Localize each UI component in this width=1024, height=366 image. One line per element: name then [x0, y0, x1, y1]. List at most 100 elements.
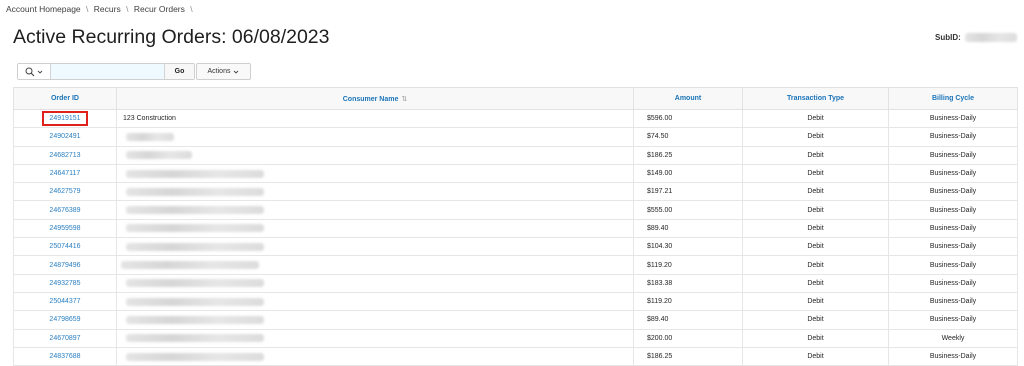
transaction-type-cell: Debit [742, 182, 889, 202]
column-header-amount[interactable]: Amount [633, 87, 743, 110]
consumer-name-redacted [126, 132, 174, 141]
order-id-link[interactable]: 24627579 [49, 188, 80, 195]
consumer-name-cell [116, 218, 634, 239]
consumer-name-redacted [126, 315, 264, 324]
table-row: 25074416 $104.30 Debit Business-Daily [13, 237, 1018, 257]
transaction-type-cell: Debit [742, 346, 889, 366]
order-id-link[interactable]: 25044377 [49, 298, 80, 305]
order-id-link[interactable]: 24682713 [49, 152, 80, 159]
search-column-selector-button[interactable] [18, 64, 51, 79]
transaction-type-cell: Debit [742, 237, 889, 257]
table-body: 24919151 123 Construction $596.00 Debit Busi… [13, 108, 1018, 366]
transaction-type-cell: Debit [742, 255, 889, 275]
column-header-transaction-type[interactable]: Transaction Type [742, 87, 889, 110]
breadcrumb-recurs[interactable]: Recurs [94, 4, 121, 14]
order-id-cell: 24837688 [13, 346, 117, 366]
consumer-name-cell [116, 145, 634, 165]
orders-table: Order ID Consumer Name ⇅ Amount Transacti… [13, 87, 1018, 366]
transaction-type-cell: Debit [742, 328, 889, 348]
consumer-name-redacted [126, 169, 264, 178]
order-id-link[interactable]: 24676389 [49, 207, 80, 214]
amount-cell: $119.20 [633, 255, 743, 275]
billing-cycle-cell: Business-Daily [888, 200, 1018, 220]
consumer-name-cell: 123 Construction [116, 108, 634, 129]
sort-ascending-icon: ⇅ [401, 95, 408, 103]
billing-cycle-cell: Business-Daily [888, 218, 1018, 239]
order-id-link[interactable]: 24798659 [49, 316, 80, 323]
billing-cycle-cell: Business-Daily [888, 255, 1018, 275]
order-id-link[interactable]: 24647117 [50, 170, 81, 177]
table-row: 24837688 $186.25 Debit Business-Daily [13, 346, 1018, 366]
order-id-cell: 24798659 [13, 310, 117, 330]
order-id-cell: 24932785 [13, 273, 117, 293]
order-id-link[interactable]: 25074416 [49, 243, 80, 250]
order-id-link[interactable]: 24902491 [49, 133, 80, 140]
chevron-down-icon [37, 70, 43, 74]
billing-cycle-cell: Business-Daily [888, 145, 1018, 165]
billing-cycle-cell: Business-Daily [888, 182, 1018, 202]
breadcrumb-account-homepage[interactable]: Account Homepage [6, 4, 81, 14]
consumer-name-cell [116, 291, 634, 312]
amount-cell: $89.40 [633, 310, 743, 330]
billing-cycle-cell: Business-Daily [888, 127, 1018, 147]
consumer-name-text: 123 Construction [123, 115, 176, 123]
amount-cell: $149.00 [633, 163, 743, 184]
table-row: 24670897 $200.00 Debit Weekly [13, 328, 1018, 348]
amount-cell: $104.30 [633, 237, 743, 257]
consumer-name-redacted [121, 261, 259, 270]
table-row: 24798659 $89.40 Debit Business-Daily [13, 310, 1018, 330]
column-header-order-id[interactable]: Order ID [13, 87, 117, 110]
table-row: 25044377 $119.20 Debit Business-Daily [13, 291, 1018, 312]
table-row: 24932785 $183.38 Debit Business-Daily [13, 273, 1018, 293]
order-id-cell: 25044377 [13, 291, 117, 312]
subid-value-redacted [964, 33, 1017, 43]
order-id-link[interactable]: 24670897 [49, 335, 80, 342]
subid-display: SubID: [935, 33, 1017, 43]
column-header-consumer-name[interactable]: Consumer Name ⇅ [116, 87, 634, 110]
column-header-label: Consumer Name [342, 95, 399, 103]
transaction-type-cell: Debit [742, 127, 889, 147]
consumer-name-cell [116, 237, 634, 257]
orders-report: Order ID Consumer Name ⇅ Amount Transacti… [13, 87, 1018, 366]
order-id-link[interactable]: 24837688 [49, 353, 80, 360]
consumer-name-redacted [126, 206, 264, 215]
search-bar: Go [17, 63, 195, 80]
table-row: 24682713 $186.25 Debit Business-Daily [13, 145, 1018, 165]
order-id-cell: 24682713 [13, 145, 117, 165]
order-id-cell: 24902491 [13, 127, 117, 147]
chevron-down-icon [234, 70, 239, 74]
amount-cell: $89.40 [633, 218, 743, 239]
actions-menu-button[interactable]: Actions [196, 63, 251, 80]
consumer-name-cell [116, 346, 634, 366]
go-button[interactable]: Go [164, 64, 194, 79]
column-header-billing-cycle[interactable]: Billing Cycle [888, 87, 1018, 110]
breadcrumb: Account Homepage \ Recurs \ Recur Orders… [6, 4, 196, 14]
consumer-name-redacted [126, 334, 264, 343]
table-row: 24902491 $74.50 Debit Business-Daily [13, 127, 1018, 147]
amount-cell: $186.25 [633, 145, 743, 165]
amount-cell: $596.00 [633, 108, 743, 129]
breadcrumb-recur-orders: Recur Orders [133, 4, 185, 14]
breadcrumb-separator: \ [126, 4, 129, 14]
consumer-name-cell [116, 200, 634, 220]
transaction-type-cell: Debit [742, 273, 889, 293]
order-id-cell: 25074416 [13, 237, 117, 257]
order-id-link[interactable]: 24879496 [49, 262, 80, 269]
amount-cell: $197.21 [633, 182, 743, 202]
transaction-type-cell: Debit [742, 145, 889, 165]
order-id-cell: 24676389 [13, 200, 117, 220]
transaction-type-cell: Debit [742, 200, 889, 220]
order-id-link[interactable]: 24959598 [49, 225, 80, 232]
consumer-name-redacted [126, 279, 264, 288]
transaction-type-cell: Debit [742, 163, 889, 184]
consumer-name-cell [116, 310, 634, 330]
order-id-cell: 24670897 [13, 328, 117, 348]
order-id-link[interactable]: 24932785 [49, 280, 80, 287]
billing-cycle-cell: Business-Daily [888, 310, 1018, 330]
page-title: Active Recurring Orders: 06/08/2023 [13, 26, 330, 48]
table-row: 24919151 123 Construction $596.00 Debit Busi… [13, 108, 1018, 129]
search-input[interactable] [51, 64, 165, 79]
order-id-link-highlighted[interactable]: 24919151 [42, 111, 88, 127]
order-id-cell: 24647117 [13, 163, 117, 184]
billing-cycle-cell: Weekly [888, 328, 1018, 348]
